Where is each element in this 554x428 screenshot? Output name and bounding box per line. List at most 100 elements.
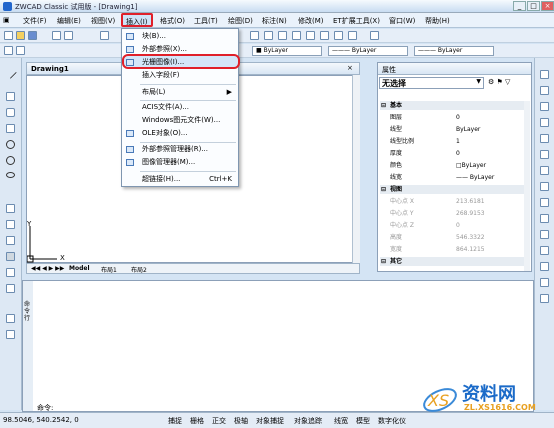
properties-scrollbar[interactable] (524, 101, 530, 271)
toggle-snap[interactable]: 捕捉 (168, 416, 182, 426)
menu-item-xref-manager[interactable]: 外部参照管理器(R)... (122, 143, 238, 156)
rectangle-icon[interactable] (6, 124, 15, 133)
menu-draw[interactable]: 绘图(D) (228, 16, 253, 26)
save-icon[interactable] (28, 31, 37, 40)
menu-item-field[interactable]: 插入字段(F) (122, 69, 238, 82)
pan-icon[interactable] (250, 31, 259, 40)
property-row[interactable]: 宽度 864.1215 (380, 245, 528, 254)
zoom-previous-icon[interactable] (292, 31, 301, 40)
property-row[interactable]: 图层 0 (380, 113, 528, 122)
zoom-extents-icon[interactable] (306, 31, 315, 40)
minimize-button[interactable]: _ (513, 1, 526, 11)
collapse-icon[interactable]: ⊟ (381, 101, 386, 110)
collapse-icon[interactable]: ⊟ (381, 185, 386, 194)
menu-dimension[interactable]: 标注(N) (262, 16, 287, 26)
property-row[interactable]: 中心点 Y 268.9153 (380, 209, 528, 218)
offset-icon[interactable] (540, 118, 549, 127)
help-icon[interactable] (370, 31, 379, 40)
stretch-icon[interactable] (540, 198, 549, 207)
toggle-grid[interactable]: 栅格 (190, 416, 204, 426)
property-category[interactable]: ⊟ 视图 (380, 185, 528, 194)
region-icon[interactable] (6, 268, 15, 277)
menu-edit[interactable]: 编辑(E) (57, 16, 81, 26)
zoom-window-icon[interactable] (278, 31, 287, 40)
menu-window[interactable]: 窗口(W) (389, 16, 415, 26)
property-row[interactable]: 线宽 —— ByLayer (380, 173, 528, 182)
toggle-tablet[interactable]: 数字化仪 (378, 416, 406, 426)
vertical-scrollbar[interactable] (352, 75, 360, 263)
linetype-dropdown[interactable]: ——— ByLayer (328, 46, 408, 56)
tab-nav-arrows[interactable]: ◀◀ ◀ ▶ ▶▶ (31, 265, 64, 272)
toggle-polar[interactable]: 极轴 (234, 416, 248, 426)
menu-file[interactable]: 文件(F) (23, 16, 47, 26)
ellipse-icon[interactable] (6, 172, 15, 178)
array-icon[interactable] (540, 134, 549, 143)
menu-item-block[interactable]: 块(B)... (122, 30, 238, 43)
menu-et-tools[interactable]: ET扩展工具(X) (333, 16, 380, 26)
polyline-icon[interactable] (6, 92, 15, 101)
explode-icon[interactable] (540, 294, 549, 303)
chamfer-icon[interactable] (540, 262, 549, 271)
app-menu-icon[interactable]: ▣ (3, 16, 10, 24)
preview-icon[interactable] (64, 31, 73, 40)
menu-item-acis[interactable]: ACIS文件(A)... (122, 101, 238, 114)
tab-drawing1[interactable]: Drawing1 (31, 65, 69, 73)
print-icon[interactable] (52, 31, 61, 40)
menu-item-ole[interactable]: OLE对象(O)... (122, 127, 238, 140)
property-row[interactable]: 厚度 0 (380, 149, 528, 158)
property-row[interactable]: 颜色 □ByLayer (380, 161, 528, 170)
insert-block-icon[interactable] (6, 204, 15, 213)
hatch-icon[interactable] (6, 252, 15, 261)
properties-icon[interactable] (320, 31, 329, 40)
line-icon[interactable] (4, 66, 17, 79)
toggle-osnap[interactable]: 对象捕捉 (256, 416, 284, 426)
layer-state-icon[interactable] (16, 46, 25, 55)
design-center-icon[interactable] (334, 31, 343, 40)
menu-insert[interactable]: 插入(I) (121, 13, 153, 27)
open-icon[interactable] (16, 31, 25, 40)
menu-help[interactable]: 帮助(H) (425, 16, 450, 26)
extend-icon[interactable] (540, 230, 549, 239)
menu-item-hyperlink[interactable]: 超链接(H)... Ctrl+K (122, 173, 238, 186)
rotate-icon[interactable] (540, 166, 549, 175)
menu-modify[interactable]: 修改(M) (298, 16, 324, 26)
zoom-realtime-icon[interactable] (264, 31, 273, 40)
property-row[interactable]: 中心点 Z 0 (380, 221, 528, 230)
arc-icon[interactable] (6, 140, 15, 149)
selection-dropdown[interactable]: 无选择 ▼ (379, 77, 484, 89)
move-icon[interactable] (540, 150, 549, 159)
property-row[interactable]: 中心点 X 213.6181 (380, 197, 528, 206)
trim-icon[interactable] (540, 214, 549, 223)
polygon-icon[interactable] (6, 108, 15, 117)
toggle-lineweight[interactable]: 线宽 (334, 416, 348, 426)
tab-layout2[interactable]: 布局2 (131, 265, 147, 274)
menu-item-wmf[interactable]: Windows图元文件(W)... (122, 114, 238, 127)
property-row[interactable]: 线型 ByLayer (380, 125, 528, 134)
cut-icon[interactable] (100, 31, 109, 40)
table-icon[interactable] (6, 284, 15, 293)
quick-select-icon[interactable]: ⚙ ⚑ ▽ (488, 78, 528, 88)
lineweight-dropdown[interactable]: ——— ByLayer (414, 46, 494, 56)
toggle-otrack[interactable]: 对象追踪 (294, 416, 322, 426)
fillet-icon[interactable] (540, 278, 549, 287)
property-row[interactable]: 线型比例 1 (380, 137, 528, 146)
menu-tools[interactable]: 工具(T) (194, 16, 218, 26)
tab-close-icon[interactable]: × (347, 64, 353, 72)
tab-layout1[interactable]: 布局1 (101, 265, 117, 274)
property-row[interactable]: 高度 546.3322 (380, 233, 528, 242)
collapse-icon[interactable]: ⊟ (381, 257, 386, 266)
menu-format[interactable]: 格式(O) (160, 16, 185, 26)
copy-icon[interactable] (540, 86, 549, 95)
maximize-button[interactable]: □ (527, 1, 540, 11)
mirror-icon[interactable] (540, 102, 549, 111)
point-icon[interactable] (6, 236, 15, 245)
make-block-icon[interactable] (6, 220, 15, 229)
layer-manager-icon[interactable] (4, 46, 13, 55)
property-category[interactable]: ⊟ 基本 (380, 101, 528, 110)
erase-icon[interactable] (540, 70, 549, 79)
menu-item-xref[interactable]: 外部参照(X)... (122, 43, 238, 56)
mtext-icon[interactable] (6, 314, 15, 323)
toggle-ortho[interactable]: 正交 (212, 416, 226, 426)
menu-item-image-manager[interactable]: 图像管理器(M)... (122, 156, 238, 169)
property-category[interactable]: ⊟ 其它 (380, 257, 528, 266)
